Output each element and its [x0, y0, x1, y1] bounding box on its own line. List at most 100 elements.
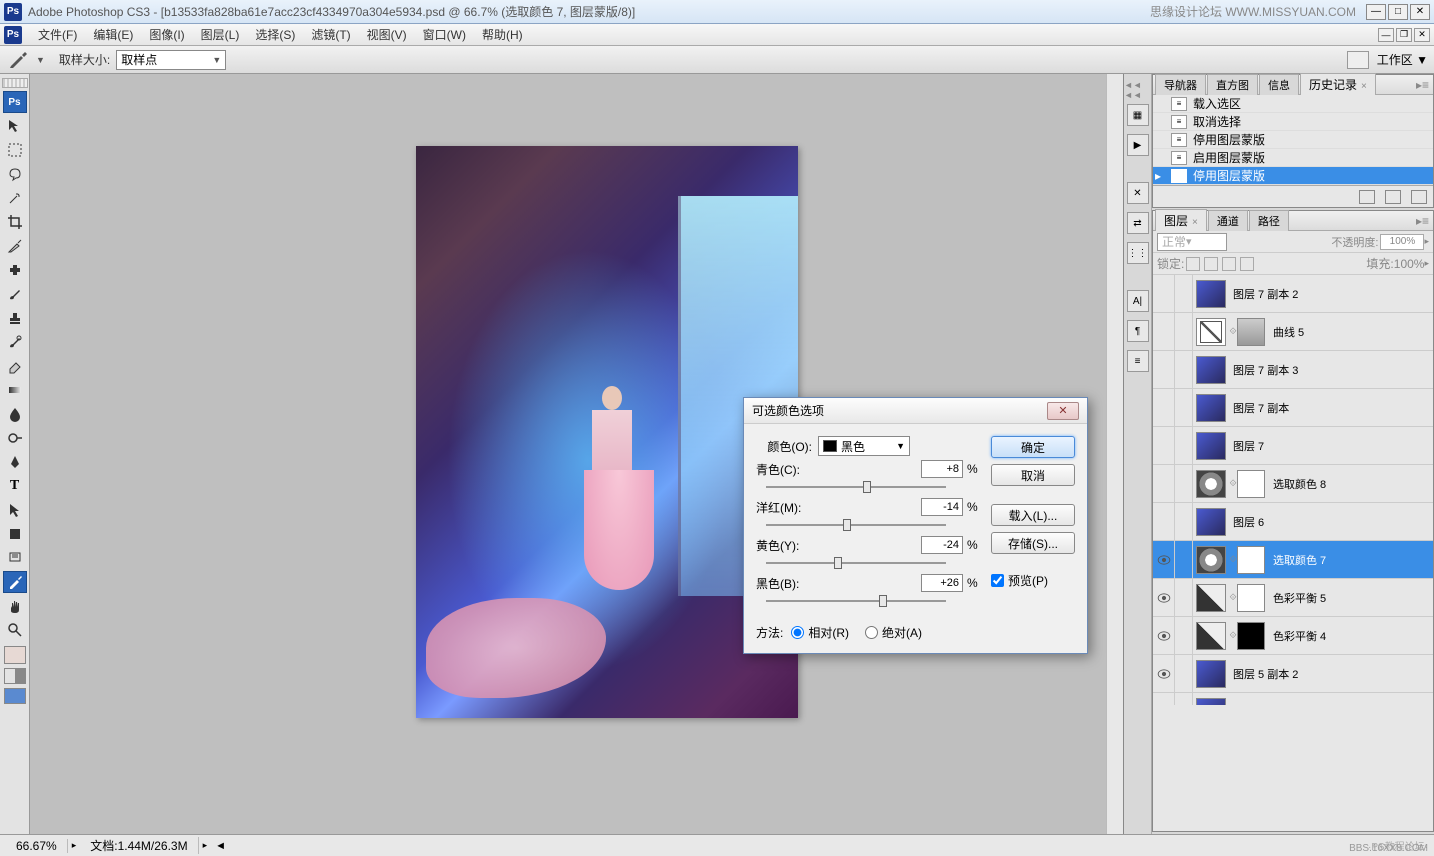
visibility-toggle[interactable]	[1153, 541, 1175, 578]
healing-tool[interactable]	[3, 259, 27, 281]
slice-tool[interactable]	[3, 235, 27, 257]
layer-thumbnail[interactable]	[1196, 698, 1226, 706]
slider-track[interactable]	[766, 478, 946, 496]
slider-track[interactable]	[766, 554, 946, 572]
layer-row[interactable]: 图层 7 副本	[1153, 389, 1433, 427]
history-item[interactable]: ≡载入选区	[1153, 95, 1433, 113]
tab-history[interactable]: 历史记录×	[1300, 73, 1376, 95]
history-item[interactable]: ▸≡停用图层蒙版	[1153, 167, 1433, 185]
layer-name[interactable]: 图层 5 副本	[1229, 704, 1433, 706]
move-tool[interactable]	[3, 115, 27, 137]
strip-tools-icon[interactable]: ✕	[1127, 182, 1149, 204]
window-maximize-button[interactable]: □	[1388, 4, 1408, 20]
link-column[interactable]	[1175, 351, 1193, 388]
slider-value-input[interactable]: -24	[921, 536, 963, 554]
lock-move-icon[interactable]	[1222, 257, 1236, 271]
link-icon[interactable]: ⟐	[1229, 630, 1237, 641]
visibility-toggle[interactable]	[1153, 617, 1175, 654]
opacity-value[interactable]: 100%	[1380, 234, 1424, 250]
link-column[interactable]	[1175, 465, 1193, 502]
layer-mask-thumbnail[interactable]	[1237, 318, 1265, 346]
lock-paint-icon[interactable]	[1204, 257, 1218, 271]
preview-checkbox[interactable]	[991, 574, 1004, 587]
zoom-level[interactable]: 66.67%	[6, 839, 68, 853]
method-relative-radio[interactable]: 相对(R)	[791, 624, 849, 641]
shape-tool[interactable]	[3, 523, 27, 545]
path-select-tool[interactable]	[3, 499, 27, 521]
layer-name[interactable]: 图层 5 副本 2	[1229, 666, 1433, 682]
blend-mode-dropdown[interactable]: 正常 ▾	[1157, 233, 1227, 251]
dodge-tool[interactable]	[3, 427, 27, 449]
tab-channels[interactable]: 通道	[1208, 210, 1248, 231]
tab-info[interactable]: 信息	[1259, 74, 1299, 95]
slider-track[interactable]	[766, 516, 946, 534]
link-column[interactable]	[1175, 693, 1193, 705]
strip-layercomps-icon[interactable]: ≡	[1127, 350, 1149, 372]
go-to-bridge-icon[interactable]	[1347, 51, 1369, 69]
visibility-toggle[interactable]	[1153, 275, 1175, 312]
wand-tool[interactable]	[3, 187, 27, 209]
layer-row[interactable]: 图层 7	[1153, 427, 1433, 465]
load-button[interactable]: 载入(L)...	[991, 504, 1075, 526]
visibility-toggle[interactable]	[1153, 427, 1175, 464]
hand-tool[interactable]	[3, 595, 27, 617]
layer-thumbnail[interactable]	[1196, 356, 1226, 384]
menu-select[interactable]: 选择(S)	[247, 26, 303, 43]
tab-histogram[interactable]: 直方图	[1207, 74, 1258, 95]
close-icon[interactable]: ×	[1361, 81, 1367, 92]
history-brush-tool[interactable]	[3, 331, 27, 353]
save-button[interactable]: 存储(S)...	[991, 532, 1075, 554]
visibility-toggle[interactable]	[1153, 351, 1175, 388]
link-icon[interactable]: ⟐	[1229, 478, 1237, 489]
layer-row[interactable]: ⟐色彩平衡 5	[1153, 579, 1433, 617]
canvas-vscrollbar[interactable]	[1106, 74, 1123, 834]
toolbox-grip[interactable]	[2, 78, 28, 88]
layer-mask-thumbnail[interactable]	[1237, 622, 1265, 650]
menu-window[interactable]: 窗口(W)	[415, 26, 474, 43]
workspace-dropdown[interactable]: 工作区 ▼	[1377, 51, 1428, 68]
tab-paths[interactable]: 路径	[1249, 210, 1289, 231]
visibility-toggle[interactable]	[1153, 655, 1175, 692]
visibility-toggle[interactable]	[1153, 465, 1175, 502]
window-minimize-button[interactable]: —	[1366, 4, 1386, 20]
menu-filter[interactable]: 滤镜(T)	[303, 26, 358, 43]
layer-name[interactable]: 图层 7 副本 3	[1229, 362, 1433, 378]
visibility-toggle[interactable]	[1153, 693, 1175, 705]
layer-thumbnail[interactable]	[1196, 280, 1226, 308]
panel-menu-icon[interactable]: ▸≡	[1412, 76, 1433, 94]
link-column[interactable]	[1175, 579, 1193, 616]
ps-home-icon[interactable]: Ps	[3, 91, 27, 113]
layer-thumbnail[interactable]	[1196, 660, 1226, 688]
layer-name[interactable]: 图层 6	[1229, 514, 1433, 530]
link-icon[interactable]: ⟐	[1229, 326, 1237, 337]
link-column[interactable]	[1175, 313, 1193, 350]
menu-edit[interactable]: 编辑(E)	[85, 26, 141, 43]
quickmask-toggle[interactable]	[4, 668, 26, 684]
tool-dropdown-icon[interactable]: ▼	[36, 55, 45, 65]
slider-thumb[interactable]	[834, 557, 842, 569]
layer-name[interactable]: 选取颜色 8	[1269, 476, 1433, 492]
slider-thumb[interactable]	[843, 519, 851, 531]
strip-brushes-icon[interactable]: ⋮⋮	[1127, 242, 1149, 264]
layer-name[interactable]: 选取颜色 7	[1269, 552, 1433, 568]
history-item[interactable]: ≡启用图层蒙版	[1153, 149, 1433, 167]
link-column[interactable]	[1175, 275, 1193, 312]
doc-close-button[interactable]: ✕	[1414, 28, 1430, 42]
link-column[interactable]	[1175, 541, 1193, 578]
window-close-button[interactable]: ✕	[1410, 4, 1430, 20]
dialog-close-button[interactable]: ✕	[1047, 402, 1079, 420]
history-snapshot-icon[interactable]	[1385, 190, 1401, 204]
layer-row[interactable]: 图层 7 副本 2	[1153, 275, 1433, 313]
eyedropper-tool[interactable]	[3, 571, 27, 593]
blur-tool[interactable]	[3, 403, 27, 425]
layer-thumbnail[interactable]	[1196, 470, 1226, 498]
layer-row[interactable]: 图层 5 副本 2	[1153, 655, 1433, 693]
foreground-color-swatch[interactable]	[4, 646, 26, 664]
cancel-button[interactable]: 取消	[991, 464, 1075, 486]
history-item[interactable]: ≡停用图层蒙版	[1153, 131, 1433, 149]
link-column[interactable]	[1175, 427, 1193, 464]
layer-name[interactable]: 图层 7	[1229, 438, 1433, 454]
link-icon[interactable]: ⟐	[1229, 554, 1237, 565]
link-icon[interactable]: ⟐	[1229, 592, 1237, 603]
slider-thumb[interactable]	[863, 481, 871, 493]
